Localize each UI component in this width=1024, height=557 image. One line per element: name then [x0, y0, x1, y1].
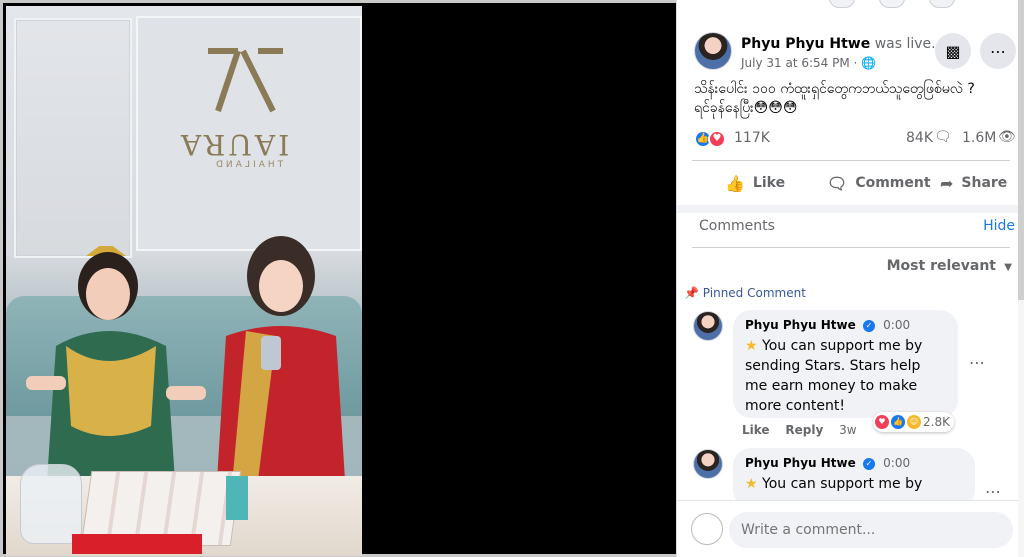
caret-down-icon[interactable]: ▼	[1004, 262, 1012, 273]
comment-bubble-icon: 🗨	[934, 129, 952, 145]
comment-body: You can support me by sending Stars. Sta…	[745, 338, 923, 414]
hide-comments-link[interactable]: Hide	[983, 218, 1015, 234]
post-status: was live.	[874, 36, 936, 52]
commenter-avatar[interactable]	[693, 311, 723, 341]
comment-input[interactable]	[729, 512, 1013, 548]
bookmark-add-icon: ▩	[945, 41, 961, 61]
comment-body: You can support me by	[762, 476, 923, 492]
pinned-comment-label: 📌 Pinned Comment	[684, 286, 806, 300]
comments-count[interactable]: 84K	[906, 130, 933, 146]
section-separator	[677, 205, 1024, 213]
performer-right	[216, 236, 346, 496]
comment-age[interactable]: 3w	[839, 423, 856, 437]
comment-label: Comment	[855, 175, 931, 191]
comment-text: ★ You can support me by sending Stars. S…	[745, 336, 946, 416]
verified-badge-icon: ✓	[862, 319, 875, 332]
views-count[interactable]: 1.6M	[962, 130, 996, 146]
more-options-button[interactable]: ⋯	[980, 33, 1016, 69]
brand-backdrop: IAURA THAILAND	[136, 16, 362, 251]
share-label: Share	[961, 175, 1008, 191]
comment-reaction-count: 2.8K	[923, 415, 950, 429]
comment-text: ★ You can support me by	[745, 474, 963, 494]
post-header-line: Phyu Phyu Htwe was live.	[741, 36, 936, 52]
star-icon: ★	[745, 476, 758, 492]
like-reaction-icon: 👍	[891, 415, 905, 429]
comment-header: Phyu Phyu Htwe ✓ 0:00	[745, 318, 946, 332]
comment-icon: 🗨	[827, 173, 848, 193]
post-text: သိန်းပေါင်း ၁၀၀ ကံထူးရှင်တွေကဘယ်သူတွေဖြစ…	[694, 80, 1014, 118]
performer-left	[26, 246, 206, 496]
globe-icon: 🌐	[861, 56, 877, 70]
red-box	[72, 534, 202, 554]
like-label: Like	[752, 175, 786, 191]
brand-name: IAURA	[178, 128, 290, 161]
share-button[interactable]: ➦ Share	[940, 170, 1007, 196]
eye-icon: 👁	[998, 129, 1016, 145]
comment-options-icon[interactable]: ⋯	[969, 353, 986, 372]
comment-reply-button[interactable]: Reply	[785, 423, 823, 437]
love-reaction-icon: ♥	[875, 415, 889, 429]
comment-button[interactable]: 🗨 Comment	[827, 170, 931, 196]
more-icon: ⋯	[990, 41, 1006, 61]
care-reaction-icon: ☺	[907, 415, 921, 429]
reaction-summary: 👍 ♥ 117K 84K 🗨 1.6M 👁	[694, 128, 1016, 150]
meta-separator: ·	[853, 56, 858, 70]
top-button[interactable]	[879, 0, 905, 8]
author-name[interactable]: Phyu Phyu Htwe	[741, 36, 870, 52]
comment-video-time[interactable]: 0:00	[883, 456, 910, 470]
divider	[692, 247, 1010, 248]
like-button[interactable]: 👍 Like	[725, 170, 785, 196]
glass-jar	[20, 464, 82, 544]
scrollbar[interactable]	[1018, 0, 1024, 557]
top-button[interactable]	[929, 0, 955, 8]
post-text-line: ရင်ခုန်နေပြီး😳😳😳	[694, 100, 798, 116]
comment-like-button[interactable]: Like	[742, 423, 770, 437]
love-reaction-icon: ♥	[708, 130, 726, 148]
video-frame: IAURA THAILAND	[6, 6, 362, 556]
sort-comments-dropdown[interactable]: Most relevant	[887, 258, 996, 274]
divider	[692, 160, 1010, 161]
write-comment-bar	[677, 500, 1024, 557]
pin-icon: 📌	[684, 286, 699, 300]
brand-logo-icon	[208, 48, 283, 113]
verified-badge-icon: ✓	[862, 457, 875, 470]
comment-header: Phyu Phyu Htwe ✓ 0:00	[745, 456, 963, 470]
commenter-name[interactable]: Phyu Phyu Htwe	[745, 456, 856, 470]
comment-actions: Like Reply 3w	[742, 423, 857, 437]
reactions-count[interactable]: 117K	[734, 130, 770, 146]
product-box	[226, 476, 248, 520]
video-player[interactable]: IAURA THAILAND	[0, 0, 676, 557]
facebook-live-post-viewer: IAURA THAILAND Phyu Phyu Htwe was live. …	[0, 0, 1024, 557]
commenter-avatar[interactable]	[693, 449, 723, 479]
wall-panel	[14, 18, 132, 258]
scrollbar-thumb[interactable]	[1018, 0, 1024, 300]
brand-subtitle: THAILAND	[213, 160, 284, 170]
author-avatar[interactable]	[694, 32, 732, 70]
comment-options-icon[interactable]: ⋯	[985, 482, 1002, 501]
commenter-name[interactable]: Phyu Phyu Htwe	[745, 318, 856, 332]
comment-bubble: Phyu Phyu Htwe ✓ 0:00 ★ You can support …	[733, 448, 975, 508]
star-icon: ★	[745, 338, 758, 354]
post-text-line: သိန်းပေါင်း ၁၀၀ ကံထူးရှင်တွေကဘယ်သူတွေဖြစ…	[694, 81, 975, 97]
post-panel: Phyu Phyu Htwe was live. July 31 at 6:54…	[676, 0, 1024, 557]
save-button[interactable]: ▩	[935, 33, 971, 69]
comments-heading: Comments	[699, 218, 775, 234]
post-timestamp[interactable]: July 31 at 6:54 PM	[741, 56, 850, 70]
post-meta: July 31 at 6:54 PM · 🌐	[741, 56, 876, 70]
comment-video-time[interactable]: 0:00	[883, 318, 910, 332]
thumbs-up-icon: 👍	[725, 173, 745, 193]
share-icon: ➦	[940, 173, 954, 193]
top-controls	[829, 0, 957, 8]
comment-reactions[interactable]: ♥ 👍 ☺ 2.8K	[873, 412, 954, 432]
current-user-avatar[interactable]	[691, 513, 723, 545]
comment-bubble: Phyu Phyu Htwe ✓ 0:00 ★ You can support …	[733, 310, 958, 418]
top-button[interactable]	[829, 0, 855, 8]
pinned-text: Pinned Comment	[702, 286, 806, 300]
